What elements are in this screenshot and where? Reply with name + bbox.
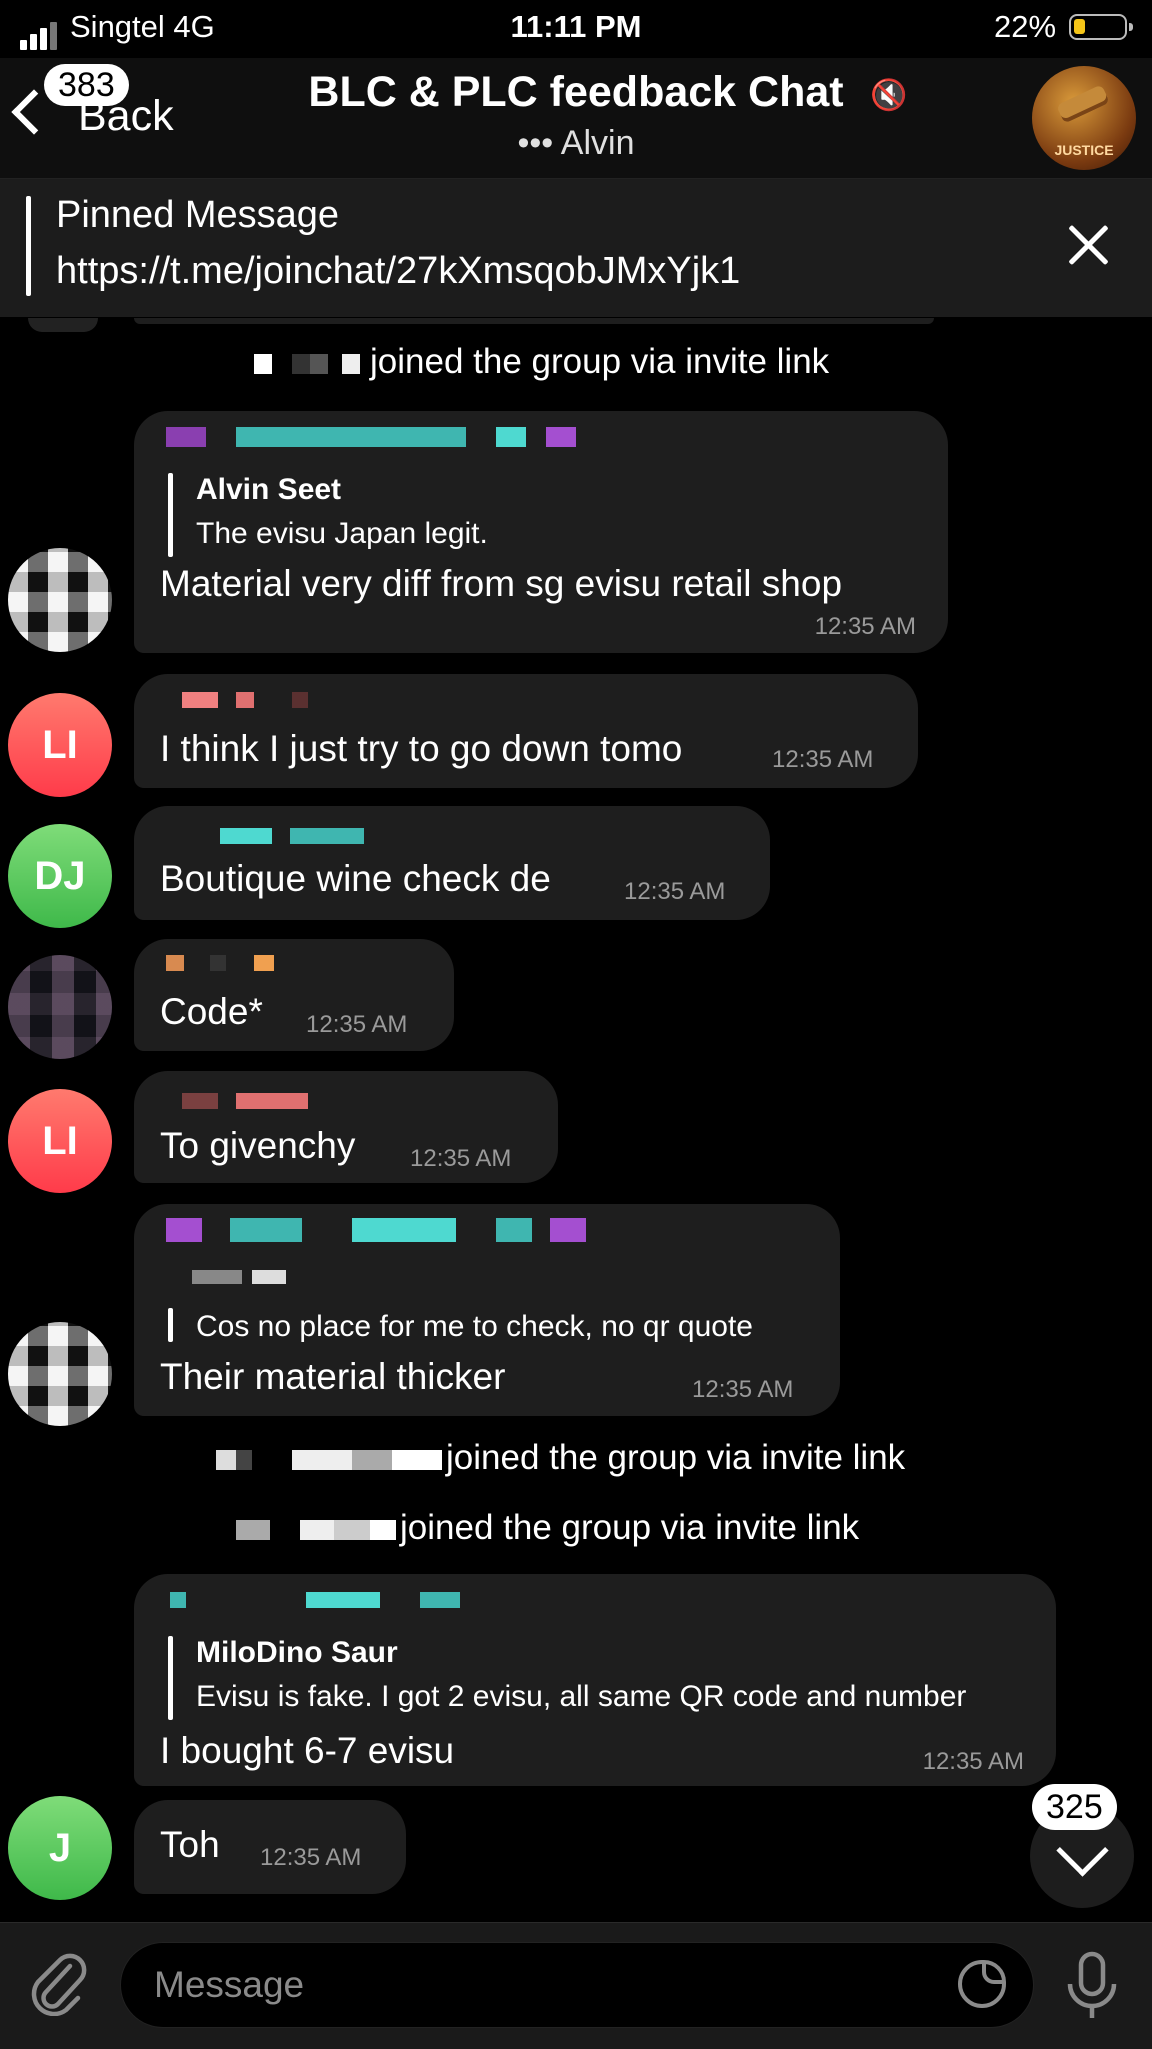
message-bubble[interactable]: Boutique wine check de 12:35 AM xyxy=(134,806,770,920)
message-text: Code* xyxy=(160,991,263,1032)
sender-name-redacted xyxy=(166,955,274,971)
pinned-accent-bar xyxy=(26,196,31,296)
message-text: To givenchy xyxy=(160,1125,356,1166)
message-time: 12:35 AM xyxy=(624,878,726,905)
battery-icon xyxy=(1069,14,1133,40)
reply-sender: MiloDino Saur xyxy=(196,1636,398,1669)
muted-speaker-icon: 🔇 xyxy=(870,79,908,112)
chevron-down-icon xyxy=(1056,1824,1109,1877)
message-time: 12:35 AM xyxy=(922,1748,1024,1775)
sender-name-redacted xyxy=(166,1218,586,1242)
reply-sender-redacted xyxy=(192,1270,286,1284)
message-time: 12:35 AM xyxy=(306,1011,408,1038)
message-placeholder: Message xyxy=(154,1964,305,2005)
avatar[interactable]: LI xyxy=(8,693,112,797)
message-time: 12:35 AM xyxy=(410,1145,512,1172)
service-text: joined the group via invite link xyxy=(446,1438,906,1477)
message-text: I bought 6-7 evisu xyxy=(160,1730,455,1771)
service-message: joined the group via invite link xyxy=(236,1508,859,1548)
message-bubble[interactable]: Code* 12:35 AM xyxy=(134,939,454,1051)
message-time: 12:35 AM xyxy=(814,613,916,640)
reply-sender: Alvin Seet xyxy=(196,473,342,506)
message-bubble[interactable]: MiloDino Saur Evisu is fake. I got 2 evi… xyxy=(134,1574,1056,1786)
service-message: joined the group via invite link xyxy=(254,342,829,382)
reply-accent-bar xyxy=(168,1308,173,1342)
avatar xyxy=(28,318,98,332)
unread-messages-badge: 325 xyxy=(1032,1784,1117,1830)
avatar[interactable] xyxy=(8,955,112,1059)
status-bar: Singtel 4G 11:11 PM 22% xyxy=(0,0,1152,58)
message-bubble[interactable]: Toh 12:35 AM xyxy=(134,1800,406,1894)
message-bubble[interactable]: Alvin Seet The evisu Japan legit. Materi… xyxy=(134,411,948,653)
message-bubble-partial xyxy=(134,318,934,324)
reply-text: The evisu Japan legit. xyxy=(196,517,488,550)
message-time: 12:35 AM xyxy=(772,746,874,773)
message-bubble[interactable]: To givenchy 12:35 AM xyxy=(134,1071,558,1183)
reply-accent-bar xyxy=(168,473,173,557)
message-text: I think I just try to go down tomo xyxy=(160,728,683,769)
avatar[interactable]: DJ xyxy=(8,824,112,928)
sender-name-redacted xyxy=(182,692,308,708)
service-message: joined the group via invite link xyxy=(216,1438,905,1478)
reply-text: Cos no place for me to check, no qr quot… xyxy=(196,1310,753,1343)
sender-name-redacted xyxy=(170,1592,460,1608)
avatar[interactable]: J xyxy=(8,1796,112,1900)
reply-text: Evisu is fake. I got 2 evisu, all same Q… xyxy=(196,1680,967,1713)
close-pinned-icon[interactable] xyxy=(1066,223,1110,267)
avatar-text: JUSTICE xyxy=(1054,142,1114,158)
message-text: Boutique wine check de xyxy=(160,858,551,899)
paperclip-icon[interactable] xyxy=(30,1952,88,2016)
microphone-icon[interactable] xyxy=(1062,1950,1122,2020)
typing-status: ••• Alvin xyxy=(517,124,635,162)
avatar[interactable] xyxy=(8,1322,112,1426)
message-text: Toh xyxy=(160,1824,220,1865)
clock: 11:11 PM xyxy=(510,9,642,44)
message-time: 12:35 AM xyxy=(260,1844,362,1871)
avatar[interactable]: LI xyxy=(8,1089,112,1193)
service-text: joined the group via invite link xyxy=(400,1508,860,1547)
reply-accent-bar xyxy=(168,1636,173,1720)
battery-percent: 22% xyxy=(994,9,1057,44)
message-bubble[interactable]: I think I just try to go down tomo 12:35… xyxy=(134,674,918,788)
message-text: Their material thicker xyxy=(160,1356,506,1397)
sticker-icon[interactable] xyxy=(956,1958,1008,2010)
pinned-link[interactable]: https://t.me/joinchat/27kXmsqobJMxYjk1 xyxy=(56,250,740,293)
sender-name-redacted xyxy=(220,828,364,844)
sender-name-redacted xyxy=(166,427,576,447)
message-bubble[interactable]: Cos no place for me to check, no qr quot… xyxy=(134,1204,840,1416)
group-avatar[interactable]: JUSTICE xyxy=(1032,66,1136,170)
pinned-title: Pinned Message xyxy=(56,194,340,236)
chat-title[interactable]: BLC & PLC feedback Chat xyxy=(0,68,1152,117)
message-text: Material very diff from sg evisu retail … xyxy=(160,563,843,604)
sender-name-redacted xyxy=(182,1093,308,1109)
message-time: 12:35 AM xyxy=(692,1376,794,1403)
avatar[interactable] xyxy=(8,548,112,652)
gavel-icon xyxy=(1056,84,1110,124)
service-text: joined the group via invite link xyxy=(370,342,830,381)
